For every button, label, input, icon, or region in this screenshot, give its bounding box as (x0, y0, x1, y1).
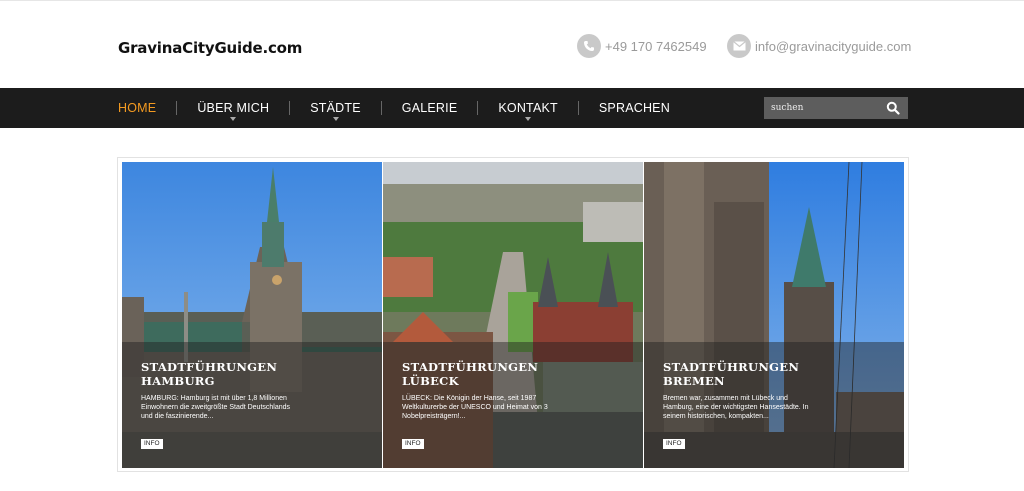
nav-item-label: STÄDTE (310, 101, 361, 115)
caret-down-icon (230, 117, 237, 121)
phone-number: +49 170 7462549 (605, 38, 707, 54)
search-box (764, 97, 908, 119)
nav-item-kontakt[interactable]: KONTAKT (498, 88, 558, 128)
info-button[interactable]: INFO (663, 439, 685, 449)
nav-item-label: ÜBER MICH (197, 101, 270, 115)
nav-item-label: HOME (118, 101, 157, 115)
slide-excerpt: HAMBURG: Hamburg ist mit über 1,8 Millio… (141, 395, 291, 421)
site-logo[interactable]: GravinaCityGuide.com (118, 39, 302, 57)
nav-item-ueber-mich[interactable]: ÜBER MICH (197, 88, 269, 128)
info-button[interactable]: INFO (141, 439, 163, 449)
nav-divider (380, 101, 382, 115)
slide-excerpt: Bremen war, zusammen mit Lübeck und Hamb… (663, 395, 809, 421)
phone-icon (577, 34, 601, 58)
nav-item-sprachen[interactable]: SPRACHEN (599, 88, 670, 128)
email-contact[interactable]: info@gravinacityguide.com (727, 34, 911, 58)
email-address: info@gravinacityguide.com (755, 38, 912, 54)
info-button[interactable]: INFO (402, 439, 424, 449)
nav-item-label: SPRACHEN (598, 101, 670, 115)
phone-contact[interactable]: +49 170 7462549 (577, 34, 707, 58)
slide-title: STADTFÜHRUNGEN HAMBURG (141, 360, 341, 388)
slide-title: STADTFÜHRUNGEN BREMEN (663, 360, 863, 388)
nav-divider (289, 101, 291, 115)
caret-down-icon (525, 117, 532, 121)
city-slider: STADTFÜHRUNGEN HAMBURG HAMBURG: Hamburg i… (117, 157, 909, 472)
nav-divider (577, 101, 579, 115)
nav-item-label: KONTAKT (498, 101, 558, 115)
title-line: STADTFÜHRUNGEN (141, 360, 278, 374)
slide-hamburg[interactable]: STADTFÜHRUNGEN HAMBURG HAMBURG: Hamburg i… (122, 162, 382, 468)
search-input[interactable] (764, 97, 882, 119)
envelope-icon (727, 34, 751, 58)
title-line: BREMEN (663, 374, 725, 388)
slide-bremen[interactable]: STADTFÜHRUNGEN BREMEN Bremen war, zusamme… (644, 162, 904, 468)
site-header: GravinaCityGuide.com +49 170 7462549 inf… (0, 0, 1024, 88)
title-line: HAMBURG (141, 374, 215, 388)
nav-item-label: GALERIE (401, 101, 458, 115)
nav-item-staedte[interactable]: STÄDTE (310, 88, 361, 128)
title-line: STADTFÜHRUNGEN (402, 360, 539, 374)
main-menu: HOME ÜBER MICH STÄDTE GALERIE KONTAKT SP… (118, 88, 670, 128)
title-line: STADTFÜHRUNGEN (663, 360, 800, 374)
slide-excerpt: LÜBECK: Die Königin der Hanse, seit 1987… (402, 395, 548, 421)
title-line: LÜBECK (402, 374, 459, 388)
nav-item-home[interactable]: HOME (118, 88, 156, 128)
nav-divider (477, 101, 479, 115)
search-icon[interactable] (886, 101, 900, 115)
slide-title: STADTFÜHRUNGEN LÜBECK (402, 360, 602, 388)
caret-down-icon (332, 117, 339, 121)
slide-luebeck[interactable]: STADTFÜHRUNGEN LÜBECK LÜBECK: Die Königin… (383, 162, 643, 468)
nav-item-galerie[interactable]: GALERIE (402, 88, 458, 128)
nav-divider (176, 101, 178, 115)
